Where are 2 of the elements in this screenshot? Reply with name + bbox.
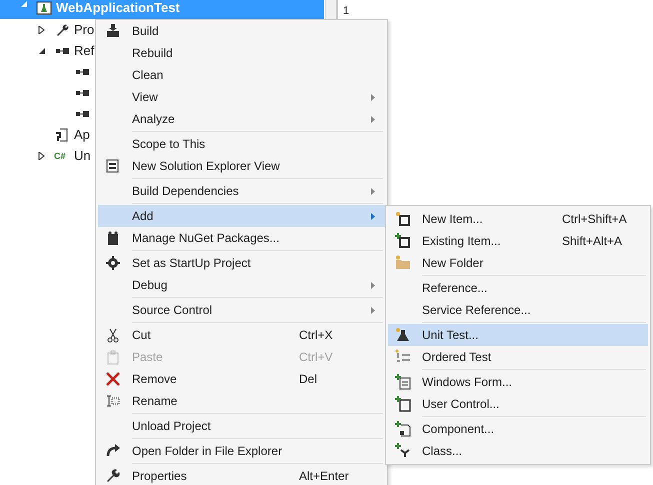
side-label: 1 (343, 5, 350, 17)
csharp-file-icon: C# (54, 150, 70, 160)
